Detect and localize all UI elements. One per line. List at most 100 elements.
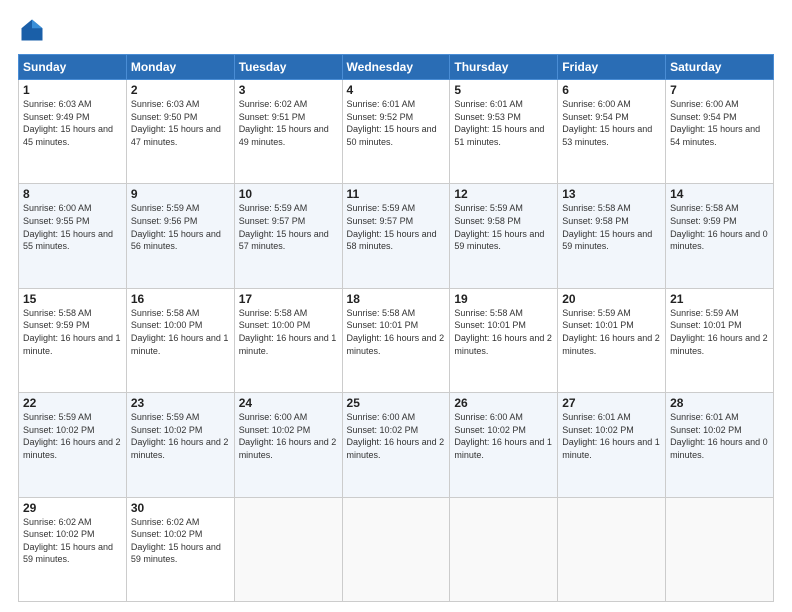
calendar-cell: 18 Sunrise: 5:58 AM Sunset: 10:01 PM Day… [342,288,450,392]
day-info: Sunrise: 6:01 AM Sunset: 10:02 PM Daylig… [670,411,769,461]
calendar-cell: 13 Sunrise: 5:58 AM Sunset: 9:58 PM Dayl… [558,184,666,288]
day-info: Sunrise: 5:58 AM Sunset: 9:59 PM Dayligh… [670,202,769,252]
day-info: Sunrise: 5:59 AM Sunset: 9:57 PM Dayligh… [347,202,446,252]
calendar-cell: 26 Sunrise: 6:00 AM Sunset: 10:02 PM Day… [450,393,558,497]
calendar: SundayMondayTuesdayWednesdayThursdayFrid… [18,54,774,602]
calendar-cell: 12 Sunrise: 5:59 AM Sunset: 9:58 PM Dayl… [450,184,558,288]
calendar-cell: 10 Sunrise: 5:59 AM Sunset: 9:57 PM Dayl… [234,184,342,288]
calendar-cell: 14 Sunrise: 5:58 AM Sunset: 9:59 PM Dayl… [666,184,774,288]
day-info: Sunrise: 5:58 AM Sunset: 10:01 PM Daylig… [347,307,446,357]
calendar-cell [234,497,342,601]
day-number: 16 [131,292,230,306]
weekday-header-saturday: Saturday [666,55,774,80]
calendar-cell: 16 Sunrise: 5:58 AM Sunset: 10:00 PM Day… [126,288,234,392]
day-number: 25 [347,396,446,410]
day-info: Sunrise: 6:00 AM Sunset: 10:02 PM Daylig… [454,411,553,461]
weekday-header-friday: Friday [558,55,666,80]
day-number: 22 [23,396,122,410]
day-number: 23 [131,396,230,410]
calendar-cell: 30 Sunrise: 6:02 AM Sunset: 10:02 PM Day… [126,497,234,601]
day-number: 3 [239,83,338,97]
day-number: 17 [239,292,338,306]
calendar-cell: 28 Sunrise: 6:01 AM Sunset: 10:02 PM Day… [666,393,774,497]
day-info: Sunrise: 5:59 AM Sunset: 9:57 PM Dayligh… [239,202,338,252]
header [18,16,774,44]
day-number: 14 [670,187,769,201]
day-number: 21 [670,292,769,306]
page: SundayMondayTuesdayWednesdayThursdayFrid… [0,0,792,612]
day-info: Sunrise: 6:00 AM Sunset: 10:02 PM Daylig… [347,411,446,461]
day-number: 10 [239,187,338,201]
calendar-cell: 22 Sunrise: 5:59 AM Sunset: 10:02 PM Day… [19,393,127,497]
day-number: 20 [562,292,661,306]
day-info: Sunrise: 6:02 AM Sunset: 9:51 PM Dayligh… [239,98,338,148]
calendar-cell: 4 Sunrise: 6:01 AM Sunset: 9:52 PM Dayli… [342,80,450,184]
day-info: Sunrise: 5:59 AM Sunset: 10:01 PM Daylig… [562,307,661,357]
day-number: 28 [670,396,769,410]
weekday-header-thursday: Thursday [450,55,558,80]
day-info: Sunrise: 6:02 AM Sunset: 10:02 PM Daylig… [131,516,230,566]
day-number: 24 [239,396,338,410]
day-info: Sunrise: 6:00 AM Sunset: 10:02 PM Daylig… [239,411,338,461]
week-row-4: 22 Sunrise: 5:59 AM Sunset: 10:02 PM Day… [19,393,774,497]
day-info: Sunrise: 6:00 AM Sunset: 9:54 PM Dayligh… [562,98,661,148]
logo-icon [18,16,46,44]
calendar-cell: 5 Sunrise: 6:01 AM Sunset: 9:53 PM Dayli… [450,80,558,184]
calendar-cell: 15 Sunrise: 5:58 AM Sunset: 9:59 PM Dayl… [19,288,127,392]
day-number: 2 [131,83,230,97]
week-row-2: 8 Sunrise: 6:00 AM Sunset: 9:55 PM Dayli… [19,184,774,288]
calendar-cell: 1 Sunrise: 6:03 AM Sunset: 9:49 PM Dayli… [19,80,127,184]
day-number: 12 [454,187,553,201]
day-info: Sunrise: 6:01 AM Sunset: 9:52 PM Dayligh… [347,98,446,148]
calendar-cell: 25 Sunrise: 6:00 AM Sunset: 10:02 PM Day… [342,393,450,497]
calendar-cell: 29 Sunrise: 6:02 AM Sunset: 10:02 PM Day… [19,497,127,601]
day-number: 8 [23,187,122,201]
day-info: Sunrise: 5:59 AM Sunset: 10:02 PM Daylig… [131,411,230,461]
day-number: 19 [454,292,553,306]
calendar-cell: 20 Sunrise: 5:59 AM Sunset: 10:01 PM Day… [558,288,666,392]
day-info: Sunrise: 6:01 AM Sunset: 9:53 PM Dayligh… [454,98,553,148]
weekday-header-row: SundayMondayTuesdayWednesdayThursdayFrid… [19,55,774,80]
week-row-1: 1 Sunrise: 6:03 AM Sunset: 9:49 PM Dayli… [19,80,774,184]
day-info: Sunrise: 5:58 AM Sunset: 9:58 PM Dayligh… [562,202,661,252]
day-info: Sunrise: 6:00 AM Sunset: 9:54 PM Dayligh… [670,98,769,148]
calendar-cell: 27 Sunrise: 6:01 AM Sunset: 10:02 PM Day… [558,393,666,497]
day-number: 4 [347,83,446,97]
day-number: 30 [131,501,230,515]
calendar-cell: 7 Sunrise: 6:00 AM Sunset: 9:54 PM Dayli… [666,80,774,184]
day-info: Sunrise: 6:00 AM Sunset: 9:55 PM Dayligh… [23,202,122,252]
calendar-cell [342,497,450,601]
day-info: Sunrise: 5:59 AM Sunset: 9:56 PM Dayligh… [131,202,230,252]
weekday-header-sunday: Sunday [19,55,127,80]
day-info: Sunrise: 6:02 AM Sunset: 10:02 PM Daylig… [23,516,122,566]
day-info: Sunrise: 5:59 AM Sunset: 10:01 PM Daylig… [670,307,769,357]
calendar-cell: 17 Sunrise: 5:58 AM Sunset: 10:00 PM Day… [234,288,342,392]
day-number: 11 [347,187,446,201]
calendar-cell: 6 Sunrise: 6:00 AM Sunset: 9:54 PM Dayli… [558,80,666,184]
weekday-header-wednesday: Wednesday [342,55,450,80]
logo [18,16,50,44]
weekday-header-monday: Monday [126,55,234,80]
calendar-cell [450,497,558,601]
week-row-5: 29 Sunrise: 6:02 AM Sunset: 10:02 PM Day… [19,497,774,601]
calendar-cell: 9 Sunrise: 5:59 AM Sunset: 9:56 PM Dayli… [126,184,234,288]
day-number: 7 [670,83,769,97]
day-number: 27 [562,396,661,410]
day-info: Sunrise: 6:03 AM Sunset: 9:49 PM Dayligh… [23,98,122,148]
calendar-cell: 8 Sunrise: 6:00 AM Sunset: 9:55 PM Dayli… [19,184,127,288]
day-number: 6 [562,83,661,97]
calendar-cell: 21 Sunrise: 5:59 AM Sunset: 10:01 PM Day… [666,288,774,392]
weekday-header-tuesday: Tuesday [234,55,342,80]
day-info: Sunrise: 6:01 AM Sunset: 10:02 PM Daylig… [562,411,661,461]
day-info: Sunrise: 5:58 AM Sunset: 10:00 PM Daylig… [239,307,338,357]
day-number: 9 [131,187,230,201]
calendar-cell [558,497,666,601]
day-number: 1 [23,83,122,97]
day-number: 15 [23,292,122,306]
calendar-cell: 2 Sunrise: 6:03 AM Sunset: 9:50 PM Dayli… [126,80,234,184]
calendar-cell: 19 Sunrise: 5:58 AM Sunset: 10:01 PM Day… [450,288,558,392]
day-info: Sunrise: 5:59 AM Sunset: 9:58 PM Dayligh… [454,202,553,252]
day-info: Sunrise: 5:58 AM Sunset: 9:59 PM Dayligh… [23,307,122,357]
day-number: 5 [454,83,553,97]
calendar-cell: 11 Sunrise: 5:59 AM Sunset: 9:57 PM Dayl… [342,184,450,288]
